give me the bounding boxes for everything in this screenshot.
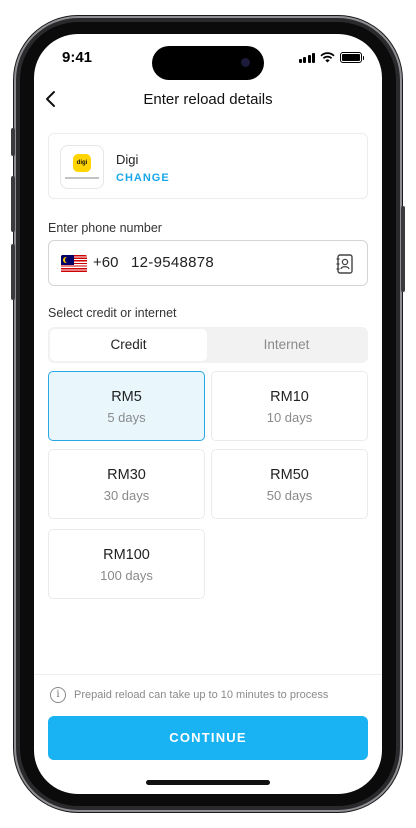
info-icon: i [50,687,66,703]
logo-tagline [65,177,99,179]
continue-button[interactable]: CONTINUE [48,716,368,760]
volume-down-button [11,244,15,300]
plan-label: Select credit or internet [48,306,177,320]
home-indicator[interactable] [146,780,270,785]
info-note: Prepaid reload can take up to 10 minutes… [74,689,329,701]
phone-label: Enter phone number [48,221,162,235]
amount-validity: 100 days [100,568,153,583]
amount-value: RM50 [270,467,309,483]
digi-logo: digi [73,154,91,172]
dynamic-island [152,46,264,80]
amount-option-rm10[interactable]: RM10 10 days [211,371,368,441]
status-icons [298,52,364,63]
action-button [11,128,15,156]
amount-validity: 5 days [107,410,146,425]
amount-value: RM10 [270,389,309,405]
amount-option-rm100[interactable]: RM100 100 days [48,529,205,599]
malaysia-flag-icon [61,255,87,273]
signal-icon [298,53,315,63]
camera-icon [241,58,250,67]
country-code: +60 [93,254,119,271]
amount-value: RM100 [103,547,150,563]
phone-input[interactable]: +60 12-9548878 [48,240,368,286]
plan-tabs: Credit Internet [48,327,368,363]
wifi-icon [320,52,335,63]
battery-icon [340,52,364,63]
amount-validity: 10 days [266,410,313,425]
page-title: Enter reload details [143,91,273,108]
amount-option-rm50[interactable]: RM50 50 days [211,449,368,519]
contact-book-icon[interactable] [335,253,355,275]
volume-up-button [11,176,15,232]
phone-number-value[interactable]: 12-9548878 [131,254,214,271]
tab-credit[interactable]: Credit [50,329,207,361]
amount-option-rm30[interactable]: RM30 30 days [48,449,205,519]
tab-internet[interactable]: Internet [207,329,366,361]
amount-validity: 30 days [103,488,150,503]
footer-divider [34,674,382,675]
operator-name: Digi [116,152,139,167]
power-button [401,206,405,292]
amount-validity: 50 days [266,488,313,503]
app-screen: 9:41 Enter reload details digi Digi CHAN… [34,34,382,794]
amount-value: RM5 [111,389,142,405]
operator-card[interactable]: digi Digi CHANGE [48,133,368,199]
status-time: 9:41 [62,49,93,66]
amount-value: RM30 [107,467,146,483]
amount-option-rm5[interactable]: RM5 5 days [48,371,205,441]
operator-logo: digi [60,145,104,189]
change-operator-link[interactable]: CHANGE [116,172,170,184]
